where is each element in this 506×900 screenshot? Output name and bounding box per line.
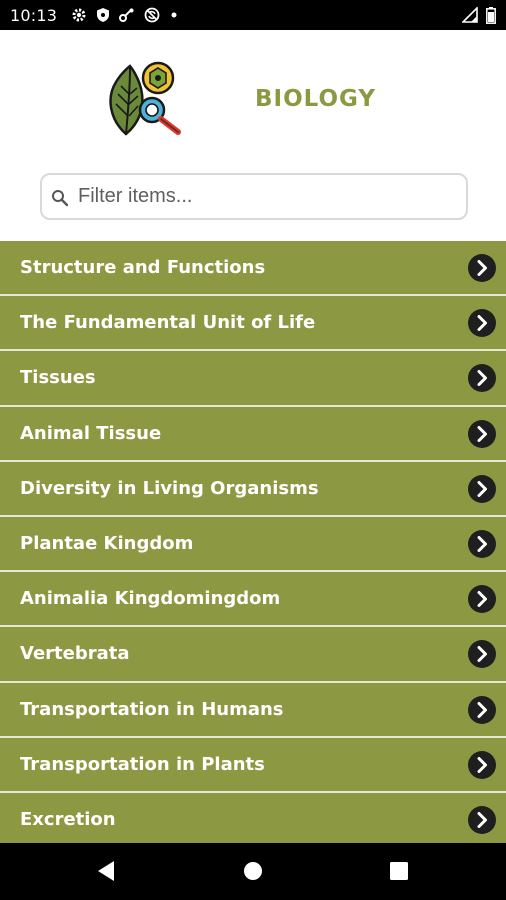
battery-icon: [486, 6, 496, 24]
list-item[interactable]: Vertebrata: [0, 627, 506, 683]
chevron-right-icon[interactable]: [468, 254, 496, 282]
dot-icon: [171, 12, 177, 18]
chevron-right-icon[interactable]: [468, 640, 496, 669]
list-item-label: Transportation in Humans: [20, 698, 284, 720]
cell-signal-icon: [462, 7, 478, 23]
topic-list: Structure and Functions The Fundamental U…: [0, 241, 506, 849]
chevron-right-icon[interactable]: [468, 750, 496, 779]
list-item[interactable]: Transportation in Plants: [0, 737, 506, 793]
gear-icon: [72, 8, 86, 22]
search-input[interactable]: [78, 175, 458, 218]
list-item[interactable]: Animalia Kingdomingdom: [0, 572, 506, 628]
chevron-right-icon[interactable]: [468, 364, 496, 393]
list-item-label: Plantae Kingdom: [20, 532, 194, 554]
key-icon: [119, 8, 134, 22]
chevron-right-icon[interactable]: [468, 695, 496, 724]
list-item-label: Animalia Kingdomingdom: [20, 588, 281, 610]
recents-icon[interactable]: [390, 862, 408, 880]
list-item[interactable]: Tissues: [0, 351, 506, 407]
chevron-right-icon[interactable]: [468, 419, 496, 448]
shield-icon: [97, 8, 110, 22]
status-bar: 10:13: [0, 0, 506, 30]
list-item-label: The Fundamental Unit of Life: [20, 312, 316, 334]
list-item-label: Tissues: [20, 367, 96, 389]
chevron-right-icon[interactable]: [468, 474, 496, 503]
list-item[interactable]: Animal Tissue: [0, 406, 506, 462]
list-item-label: Structure and Functions: [20, 257, 266, 278]
leaf-magnifier-logo: [109, 61, 181, 136]
list-item-label: Transportation in Plants: [20, 753, 265, 775]
status-system-icons: [462, 6, 496, 24]
status-time: 10:13: [10, 5, 58, 25]
app-title: BIOLOGY: [255, 86, 377, 112]
search-box[interactable]: [40, 173, 468, 220]
list-item-label: Animal Tissue: [20, 422, 162, 444]
list-item-label: Vertebrata: [20, 643, 130, 665]
back-icon[interactable]: [96, 859, 116, 883]
list-item[interactable]: Structure and Functions: [0, 241, 506, 297]
app-header: BIOLOGY: [0, 30, 506, 170]
list-item[interactable]: Diversity in Living Organisms: [0, 461, 506, 517]
list-item[interactable]: Transportation in Humans: [0, 682, 506, 738]
home-icon[interactable]: [243, 861, 263, 881]
list-item[interactable]: The Fundamental Unit of Life: [0, 296, 506, 352]
chevron-right-icon[interactable]: [468, 805, 496, 834]
chevron-right-icon[interactable]: [468, 585, 496, 614]
list-item[interactable]: Plantae Kingdom: [0, 516, 506, 573]
search-icon: [52, 190, 69, 207]
no-sync-icon: [144, 7, 160, 23]
list-item[interactable]: Excretion: [0, 792, 506, 849]
status-notification-icons: [71, 7, 179, 23]
chevron-right-icon[interactable]: [468, 529, 496, 558]
list-item-label: Diversity in Living Organisms: [20, 477, 319, 499]
chevron-right-icon[interactable]: [468, 309, 496, 338]
system-nav-bar: [0, 843, 506, 900]
list-item-label: Excretion: [20, 808, 116, 830]
